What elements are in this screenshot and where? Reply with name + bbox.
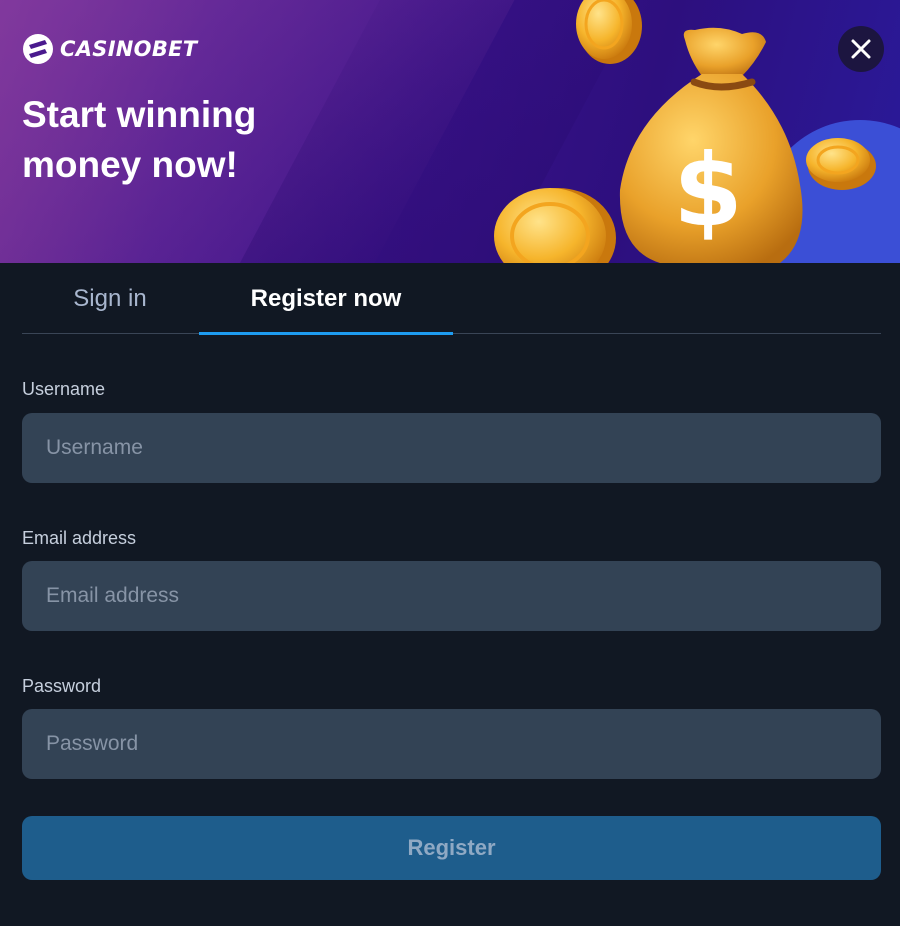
email-input[interactable] [22, 561, 881, 631]
tab-register-label: Register now [250, 284, 402, 312]
password-label: Password [22, 676, 102, 696]
password-input[interactable] [22, 709, 881, 779]
brand-logo: CASINOBET [22, 33, 197, 65]
banner-headline: Start winning money now! [22, 94, 257, 185]
coin-icon [494, 188, 616, 263]
brand-name: CASINOBET [60, 37, 198, 61]
username-input[interactable] [22, 413, 881, 483]
svg-text:$: $ [673, 132, 743, 249]
auth-tabs: Sign in Register now [22, 263, 881, 335]
money-bag-illustration: $ [494, 0, 876, 263]
register-modal: CASINOBET Start winning money now! $ Sig… [0, 0, 900, 926]
username-label: Username [22, 379, 106, 399]
email-label: Email address [22, 528, 137, 548]
promo-banner: CASINOBET Start winning money now! $ [0, 0, 900, 263]
close-icon [851, 39, 871, 59]
active-tab-indicator [199, 332, 453, 335]
coin-icon [806, 138, 876, 190]
register-button[interactable]: Register [22, 816, 881, 880]
tab-sign-in[interactable]: Sign in [22, 263, 198, 334]
casinobet-logo-icon [23, 34, 53, 64]
money-bag-icon: $ [619, 27, 803, 263]
coin-icon [576, 0, 642, 64]
tab-register-now[interactable]: Register now [199, 263, 453, 335]
close-button[interactable] [838, 26, 884, 72]
